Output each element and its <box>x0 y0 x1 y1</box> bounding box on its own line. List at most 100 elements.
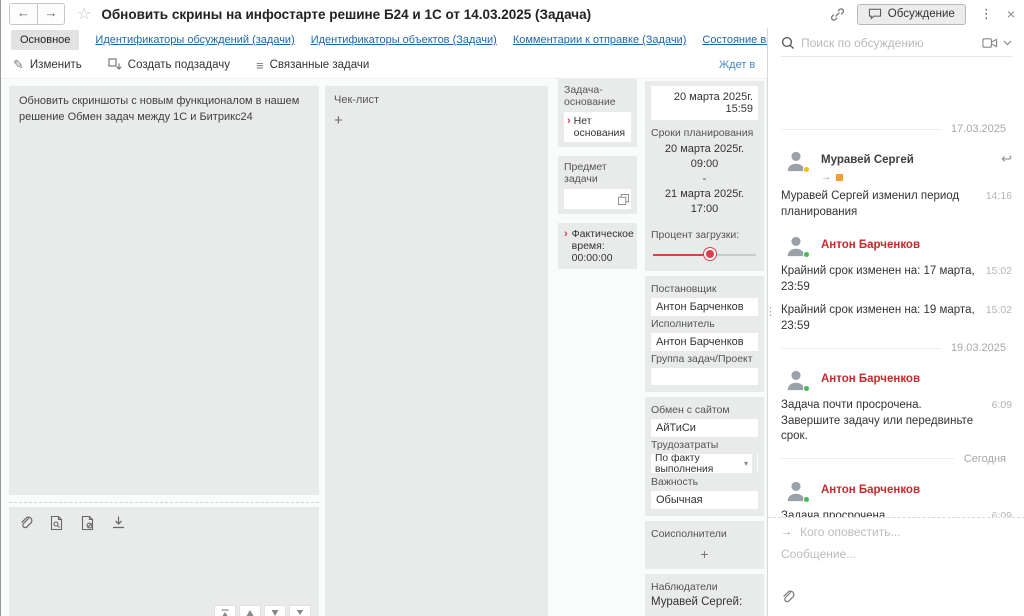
arrow-right-icon: → <box>781 526 792 538</box>
scroll-bottom-button[interactable] <box>289 605 311 616</box>
message-row: Крайний срок изменен на: 17 марта, 23:59… <box>781 264 1012 295</box>
message-author[interactable]: Антон Барченков <box>821 373 920 385</box>
discussion-button[interactable]: Обсуждение <box>857 4 966 25</box>
search-input[interactable] <box>801 36 976 50</box>
pencil-icon: ✎ <box>13 57 24 73</box>
tab-main[interactable]: Основное <box>11 30 79 50</box>
actual-time-label: Фактическое время: <box>572 228 634 252</box>
message-text: Крайний срок изменен на: 17 марта, 23:59 <box>781 264 986 295</box>
scroll-top-button[interactable] <box>214 605 236 616</box>
copy-link-icon[interactable] <box>830 7 845 22</box>
message-text: Муравей Сергей изменил период планирован… <box>781 189 986 220</box>
avatar[interactable] <box>785 234 807 258</box>
chevron-down-icon: ▾ <box>744 459 748 468</box>
task-subject-panel: Предмет задачи <box>558 156 637 214</box>
panel-resize-handle[interactable]: ⋮ <box>765 310 776 314</box>
status-dot <box>803 166 810 173</box>
tab-bar: Основное Идентификаторы обсуждений (зада… <box>1 28 767 52</box>
message-author[interactable]: Антон Барченков <box>821 484 920 496</box>
create-subtask-button[interactable]: Создать подзадачу <box>108 58 230 72</box>
expand-icon[interactable] <box>618 192 629 210</box>
status-dot <box>803 496 810 503</box>
executor-label: Исполнитель <box>651 318 758 330</box>
top-bar-actions: Обсуждение ⋮ × <box>830 4 1017 25</box>
originator-label: Постановщик <box>651 283 758 295</box>
doc-preview-icon[interactable] <box>49 515 64 531</box>
date-divider-label: Сегодня <box>964 453 1012 465</box>
task-content: Обновить скриншоты с новым функционалом … <box>1 79 767 616</box>
task-subject-input[interactable] <box>564 189 631 209</box>
message-row: Задача почти просрочена. Завершите задач… <box>781 398 1012 445</box>
checklist-add-button[interactable]: + <box>334 112 346 129</box>
message-time: 6:09 <box>992 398 1012 411</box>
chat-message-group: Антон Барченков Задача просрочена. Завер… <box>781 473 1012 517</box>
base-task-value-box[interactable]: › Нет основания <box>564 112 631 142</box>
message-text: Крайний срок изменен на: 19 марта, 23:59 <box>781 303 986 334</box>
chat-message-group: Антон Барченков Задача почти просрочена.… <box>781 362 1012 445</box>
attach-row <box>781 589 1012 610</box>
menu-dots-icon[interactable]: ⋮ <box>978 6 995 22</box>
chevron-down-icon <box>1003 40 1012 46</box>
avatar[interactable] <box>785 368 807 392</box>
executor-value[interactable]: Антон Барченков <box>651 333 758 351</box>
chat-bubble-icon <box>868 8 882 20</box>
load-percent-slider[interactable] <box>653 248 756 262</box>
checklist-panel: Чек-лист + <box>325 86 548 616</box>
task-window: ← → ☆ Обновить скрины на инфостарте реши… <box>0 0 1024 616</box>
task-description[interactable]: Обновить скриншоты с новым функционалом … <box>9 86 319 495</box>
checklist-title: Чек-лист <box>334 94 539 106</box>
tab-object-ids[interactable]: Идентификаторы объектов (Задачи) <box>311 34 497 46</box>
add-coexecutor-button[interactable]: + <box>651 543 758 564</box>
paperclip-icon[interactable] <box>19 515 33 531</box>
video-call-control[interactable] <box>982 37 1012 49</box>
scroll-controls <box>214 605 311 616</box>
related-tasks-button[interactable]: ≡ Связанные задачи <box>256 58 369 73</box>
coexecutors-panel: Соисполнители + <box>645 521 764 569</box>
originator-value[interactable]: Антон Барченков <box>651 298 758 316</box>
discussion-button-label: Обсуждение <box>888 8 955 20</box>
arrow-right-icon: → <box>821 171 832 183</box>
message-author[interactable]: Муравей Сергей <box>821 154 914 166</box>
download-icon[interactable] <box>111 515 126 531</box>
observer-value[interactable]: Муравей Сергей: <box>651 596 758 608</box>
effort-select[interactable]: По факту выполнения ▾ <box>651 454 752 473</box>
deadline-value[interactable]: 20 марта 2025г. 15:59 <box>651 86 758 120</box>
project-group-value[interactable] <box>651 368 758 385</box>
back-button[interactable]: ← <box>10 4 37 24</box>
message-row: Задача просрочена. Завершите задачу или … <box>781 509 1012 517</box>
base-task-label: Задача-основание <box>564 84 631 108</box>
paperclip-icon[interactable] <box>781 592 795 609</box>
doc-blocked-icon[interactable] <box>80 515 95 531</box>
tab-send-comments[interactable]: Комментарии к отправке (Задачи) <box>513 34 687 46</box>
page-title: Обновить скрины на инфостарте решине Б24… <box>101 7 591 22</box>
favorite-star-icon[interactable]: ☆ <box>77 4 91 24</box>
status-dot <box>803 385 810 392</box>
effort-row: По факту выполнения ▾ 0, <box>651 454 758 474</box>
scroll-up-button[interactable] <box>239 605 261 616</box>
plan-end-value[interactable]: 21 марта 2025г. 17:00 <box>651 187 758 217</box>
effort-hours-field[interactable]: 0, <box>757 454 758 473</box>
project-group-label: Группа задач/Проект <box>651 353 758 365</box>
effort-value: По факту выполнения <box>655 454 744 474</box>
avatar[interactable] <box>785 479 807 503</box>
edit-button[interactable]: ✎ Изменить <box>13 57 82 73</box>
notify-row: → <box>781 525 1012 539</box>
close-icon[interactable]: × <box>1007 6 1015 22</box>
plan-start-value[interactable]: 20 марта 2025г. 09:00 <box>651 142 758 172</box>
planning-label: Сроки планирования <box>651 127 758 139</box>
tab-discussion-ids[interactable]: Идентификаторы обсуждений (задачи) <box>95 34 294 46</box>
avatar[interactable] <box>785 149 807 173</box>
history-nav: ← → <box>9 3 65 25</box>
forward-button[interactable]: → <box>37 4 64 24</box>
importance-value[interactable]: Обычная <box>651 491 758 509</box>
list-icon: ≡ <box>256 58 264 73</box>
reply-icon[interactable]: ↩ <box>1001 151 1012 167</box>
exchange-value[interactable]: АйТиСи <box>651 419 758 437</box>
task-subject-label: Предмет задачи <box>564 161 631 185</box>
notify-input[interactable] <box>800 525 1000 539</box>
message-author[interactable]: Антон Барченков <box>821 239 920 251</box>
slider-handle[interactable] <box>704 248 716 260</box>
message-time: 6:09 <box>992 509 1012 517</box>
message-input[interactable] <box>781 547 1011 561</box>
scroll-down-button[interactable] <box>264 605 286 616</box>
